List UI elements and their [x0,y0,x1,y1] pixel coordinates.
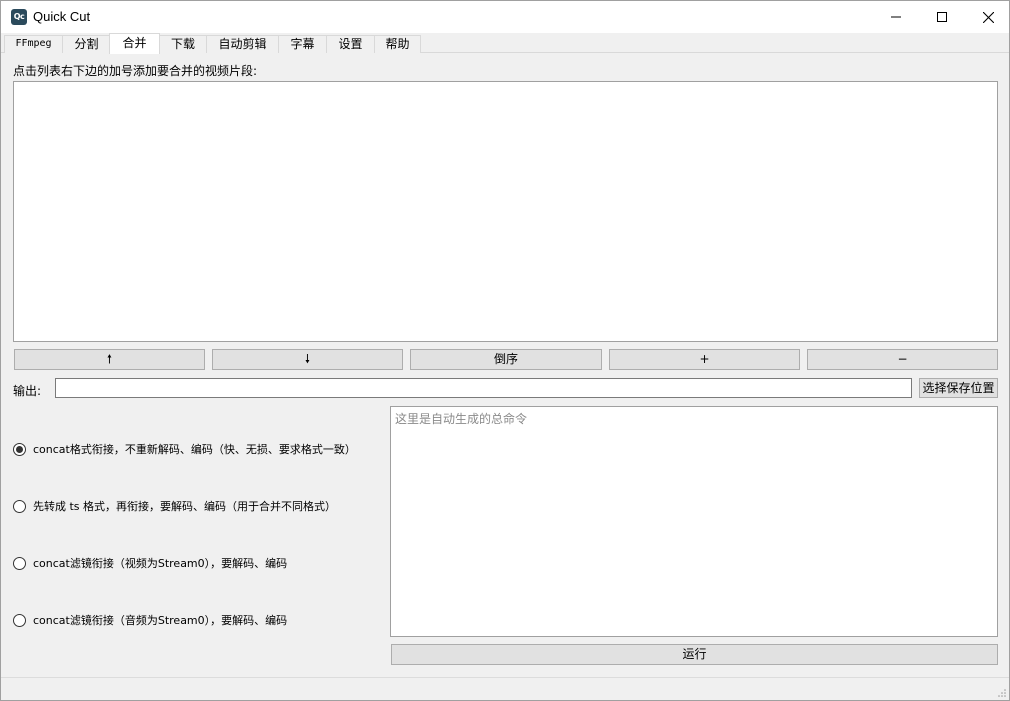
arrow-down-icon: 🠗 [304,352,311,366]
tab-bar: FFmpeg 分割 合并 下载 自动剪辑 字幕 设置 帮助 [1,33,1009,54]
reverse-button[interactable]: 倒序 [410,349,602,370]
resize-grip-icon[interactable] [997,688,1007,698]
merge-panel: 点击列表右下边的加号添加要合并的视频片段: 🠕 🠗 倒序 + − 输出: 选择保… [1,53,1009,677]
video-clip-list[interactable] [13,81,998,342]
radio-checked-icon[interactable] [13,442,26,456]
output-path-input[interactable] [55,378,912,398]
close-button[interactable] [965,1,1009,33]
remove-clip-button[interactable]: − [807,349,998,370]
option-label: concat格式衔接，不重新解码、编码（快、无损、要求格式一致） [33,443,356,456]
close-icon [982,11,994,23]
minimize-button[interactable] [873,1,919,33]
tab-split[interactable]: 分割 [62,35,111,53]
arrow-up-icon: 🠕 [106,352,113,366]
tab-help[interactable]: 帮助 [374,35,421,53]
output-label: 输出: [13,384,42,398]
option-label: 先转成 ts 格式，再衔接，要解码、编码（用于合并不同格式） [33,500,337,513]
option-concat-filter-video[interactable]: concat滤镜衔接（视频为Stream0），要解码、编码 [13,555,287,571]
option-convert-ts[interactable]: 先转成 ts 格式，再衔接，要解码、编码（用于合并不同格式） [13,498,336,514]
tab-merge[interactable]: 合并 [109,33,160,54]
run-button[interactable]: 运行 [391,644,998,665]
move-up-button[interactable]: 🠕 [14,349,205,370]
tab-auto-edit[interactable]: 自动剪辑 [206,35,279,53]
maximize-button[interactable] [919,1,965,33]
tab-subtitles[interactable]: 字幕 [278,35,327,53]
window-title: Quick Cut [33,9,91,24]
tab-ffmpeg[interactable]: FFmpeg [4,35,63,53]
move-down-button[interactable]: 🠗 [212,349,403,370]
title-bar[interactable]: Qc Quick Cut [1,1,1009,33]
maximize-icon [937,12,947,22]
option-concat-filter-audio[interactable]: concat滤镜衔接（音频为Stream0），要解码、编码 [13,612,287,628]
instruction-label: 点击列表右下边的加号添加要合并的视频片段: [13,64,258,78]
status-bar [1,677,1009,700]
minus-icon: − [897,352,908,366]
choose-save-location-button[interactable]: 选择保存位置 [919,378,998,398]
radio-unchecked-icon[interactable] [13,499,26,513]
option-concat-format[interactable]: concat格式衔接，不重新解码、编码（快、无损、要求格式一致） [13,441,356,457]
radio-unchecked-icon[interactable] [13,613,26,627]
radio-unchecked-icon[interactable] [13,556,26,570]
app-window: Qc Quick Cut FFmpeg 分割 合并 下载 自动剪辑 字幕 设置 … [0,0,1010,701]
minimize-icon [891,16,901,18]
tab-download[interactable]: 下载 [159,35,207,53]
option-label: concat滤镜衔接（视频为Stream0），要解码、编码 [33,557,288,570]
app-logo-icon: Qc [11,9,27,25]
command-preview-textarea[interactable] [390,406,998,637]
tab-settings[interactable]: 设置 [326,35,375,53]
option-label: concat滤镜衔接（音频为Stream0），要解码、编码 [33,614,288,627]
add-clip-button[interactable]: + [609,349,800,370]
plus-icon: + [699,352,710,366]
